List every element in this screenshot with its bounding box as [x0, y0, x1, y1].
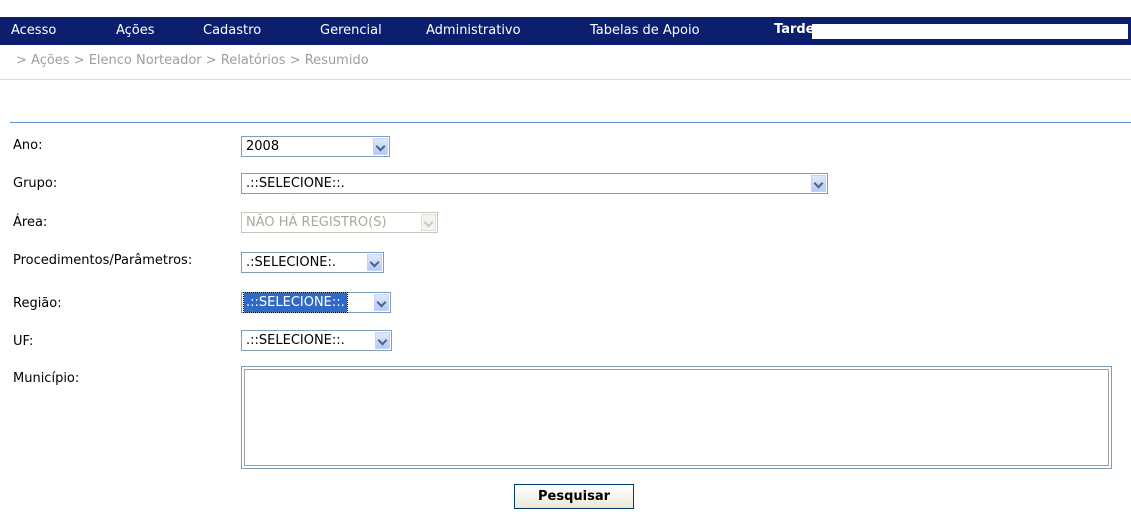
- redacted-username: [812, 24, 1128, 39]
- chevron-down-icon[interactable]: [375, 332, 390, 349]
- chevron-down-icon[interactable]: [374, 294, 389, 311]
- area-select-value: NÃO HÁ REGISTRO(S): [246, 215, 387, 230]
- area-select: NÃO HÁ REGISTRO(S): [241, 212, 438, 233]
- chevron-down-icon[interactable]: [373, 138, 388, 155]
- menu-item-administrativo[interactable]: Administrativo: [426, 17, 521, 45]
- divider: [0, 79, 1131, 80]
- municipio-list[interactable]: [241, 366, 1112, 469]
- chevron-down-icon[interactable]: [367, 254, 382, 271]
- menu-item-gerencial[interactable]: Gerencial: [320, 17, 382, 45]
- pesquisar-button[interactable]: Pesquisar: [514, 484, 634, 509]
- menu-item-tabelas-de-apoio[interactable]: Tabelas de Apoio: [590, 17, 700, 45]
- menu-item-acesso[interactable]: Acesso: [11, 17, 56, 45]
- grupo-select[interactable]: .::SELECIONE::.: [241, 173, 828, 194]
- ano-select[interactable]: 2008: [241, 136, 390, 157]
- regiao-label: Região:: [13, 296, 62, 311]
- procedimentos-select[interactable]: .:SELECIONE:.: [241, 252, 384, 273]
- procedimentos-select-value: .:SELECIONE:.: [246, 255, 337, 270]
- regiao-select-value: .::SELECIONE::.: [243, 292, 348, 313]
- procedimentos-label: Procedimentos/Parâmetros:: [13, 253, 193, 268]
- uf-select-value: .::SELECIONE::.: [246, 333, 345, 348]
- area-label: Área:: [13, 215, 48, 230]
- uf-select[interactable]: .::SELECIONE::.: [241, 330, 392, 351]
- breadcrumb: > Ações > Elenco Norteador > Relatórios …: [16, 53, 369, 68]
- ano-label: Ano:: [13, 138, 43, 153]
- regiao-select[interactable]: .::SELECIONE::.: [241, 292, 391, 313]
- chevron-down-icon[interactable]: [811, 175, 826, 192]
- form-top-divider: [10, 122, 1131, 123]
- menu-item-cadastro[interactable]: Cadastro: [203, 17, 261, 45]
- ano-select-value: 2008: [246, 139, 280, 154]
- uf-label: UF:: [13, 334, 34, 349]
- grupo-label: Grupo:: [13, 176, 58, 191]
- menu-item-acoes[interactable]: Ações: [116, 17, 155, 45]
- chevron-down-icon: [421, 214, 436, 231]
- top-menu-bar: Acesso Ações Cadastro Gerencial Administ…: [0, 17, 1131, 45]
- grupo-select-value: .::SELECIONE::.: [246, 176, 345, 191]
- municipio-label: Município:: [13, 371, 80, 386]
